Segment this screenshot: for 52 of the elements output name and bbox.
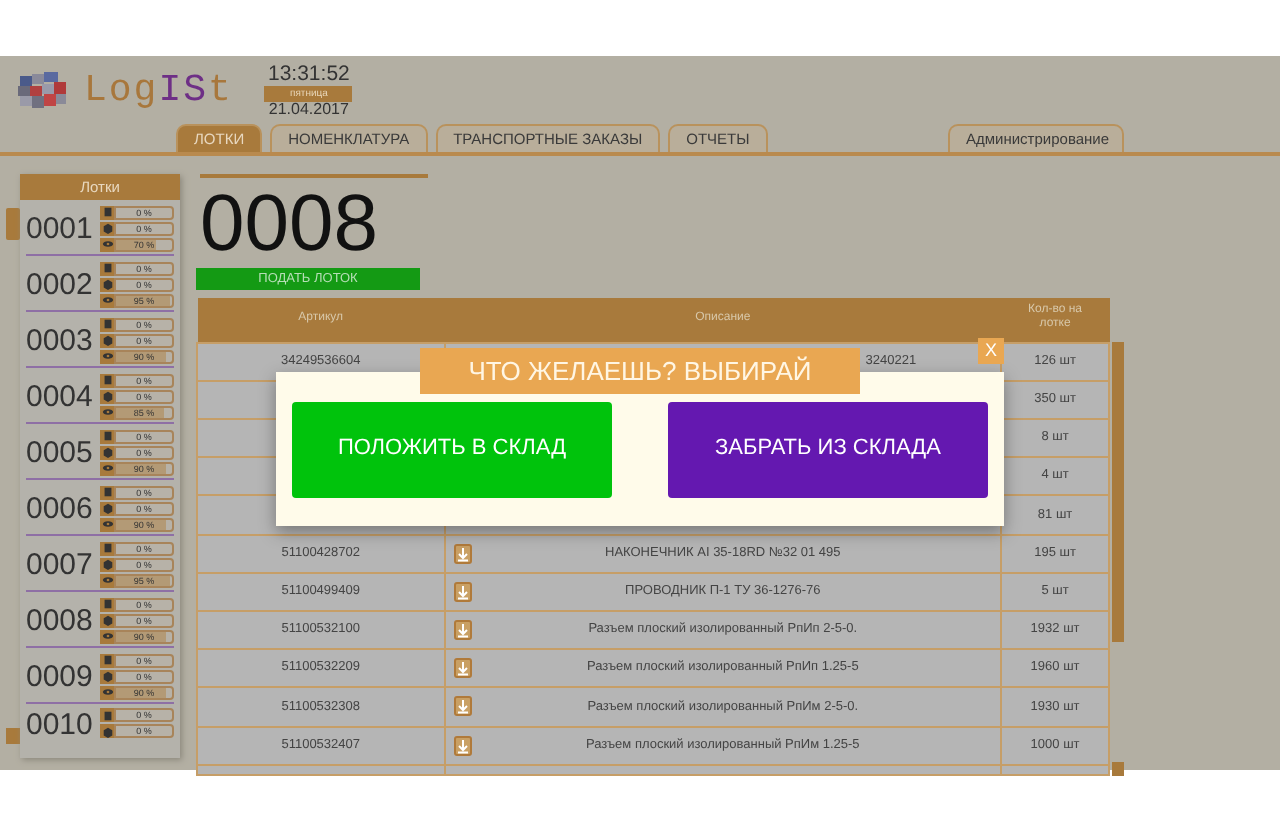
dialog-title: ЧТО ЖЕЛАЕШЬ? ВЫБИРАЙ xyxy=(420,348,860,394)
cube-icon xyxy=(101,614,113,626)
download-icon[interactable] xyxy=(453,696,472,717)
tray-number: 0005 xyxy=(26,438,95,468)
box-icon xyxy=(101,262,113,274)
eye-icon xyxy=(101,630,113,642)
tray-number: 0003 xyxy=(26,326,95,356)
eye-icon xyxy=(101,238,113,250)
eye-icon xyxy=(101,518,113,530)
box-icon xyxy=(101,709,113,721)
cube-icon xyxy=(101,502,113,514)
date-label: 21.04.2017 xyxy=(266,101,351,117)
tray-number: 0002 xyxy=(26,270,95,300)
tray-number: 0010 xyxy=(26,709,95,739)
tray-number: 0007 xyxy=(26,550,95,580)
box-icon xyxy=(101,654,113,666)
box-icon xyxy=(101,374,113,386)
eye-icon xyxy=(101,294,113,306)
cube-icon xyxy=(101,670,113,682)
cube-icon xyxy=(101,222,113,234)
download-icon[interactable] xyxy=(453,581,472,602)
tray-number: 0008 xyxy=(26,606,95,636)
logo-text: Log ISt xyxy=(84,72,233,110)
eye-icon xyxy=(101,574,113,586)
cube-icon xyxy=(101,725,113,737)
cube-icon xyxy=(101,446,113,458)
tray-number: 0004 xyxy=(26,382,95,412)
download-icon[interactable] xyxy=(453,735,472,756)
cube-icon xyxy=(101,278,113,290)
cube-icon xyxy=(101,558,113,570)
eye-icon xyxy=(101,406,113,418)
tray-number: 0006 xyxy=(26,494,95,524)
eye-icon xyxy=(101,462,113,474)
cube-icon xyxy=(101,390,113,402)
eye-icon xyxy=(101,686,113,698)
box-icon xyxy=(101,430,113,442)
box-icon xyxy=(101,486,113,498)
cube-icon xyxy=(101,334,113,346)
download-icon[interactable] xyxy=(453,620,472,641)
box-icon xyxy=(101,542,113,554)
take-from-stock-button[interactable]: ЗАБРАТЬ ИЗ СКЛАДА xyxy=(668,401,988,497)
box-icon xyxy=(101,598,113,610)
box-icon xyxy=(101,318,113,330)
download-icon[interactable] xyxy=(453,658,472,679)
tray-number: 0009 xyxy=(26,662,95,692)
box-icon xyxy=(101,206,113,218)
eye-icon xyxy=(101,350,113,362)
scroll-thumb[interactable] xyxy=(1112,342,1124,642)
tray-number: 0001 xyxy=(26,214,95,244)
logo-icon xyxy=(16,68,68,112)
current-tray-number: 0008 xyxy=(200,174,428,264)
download-icon[interactable] xyxy=(453,543,472,564)
